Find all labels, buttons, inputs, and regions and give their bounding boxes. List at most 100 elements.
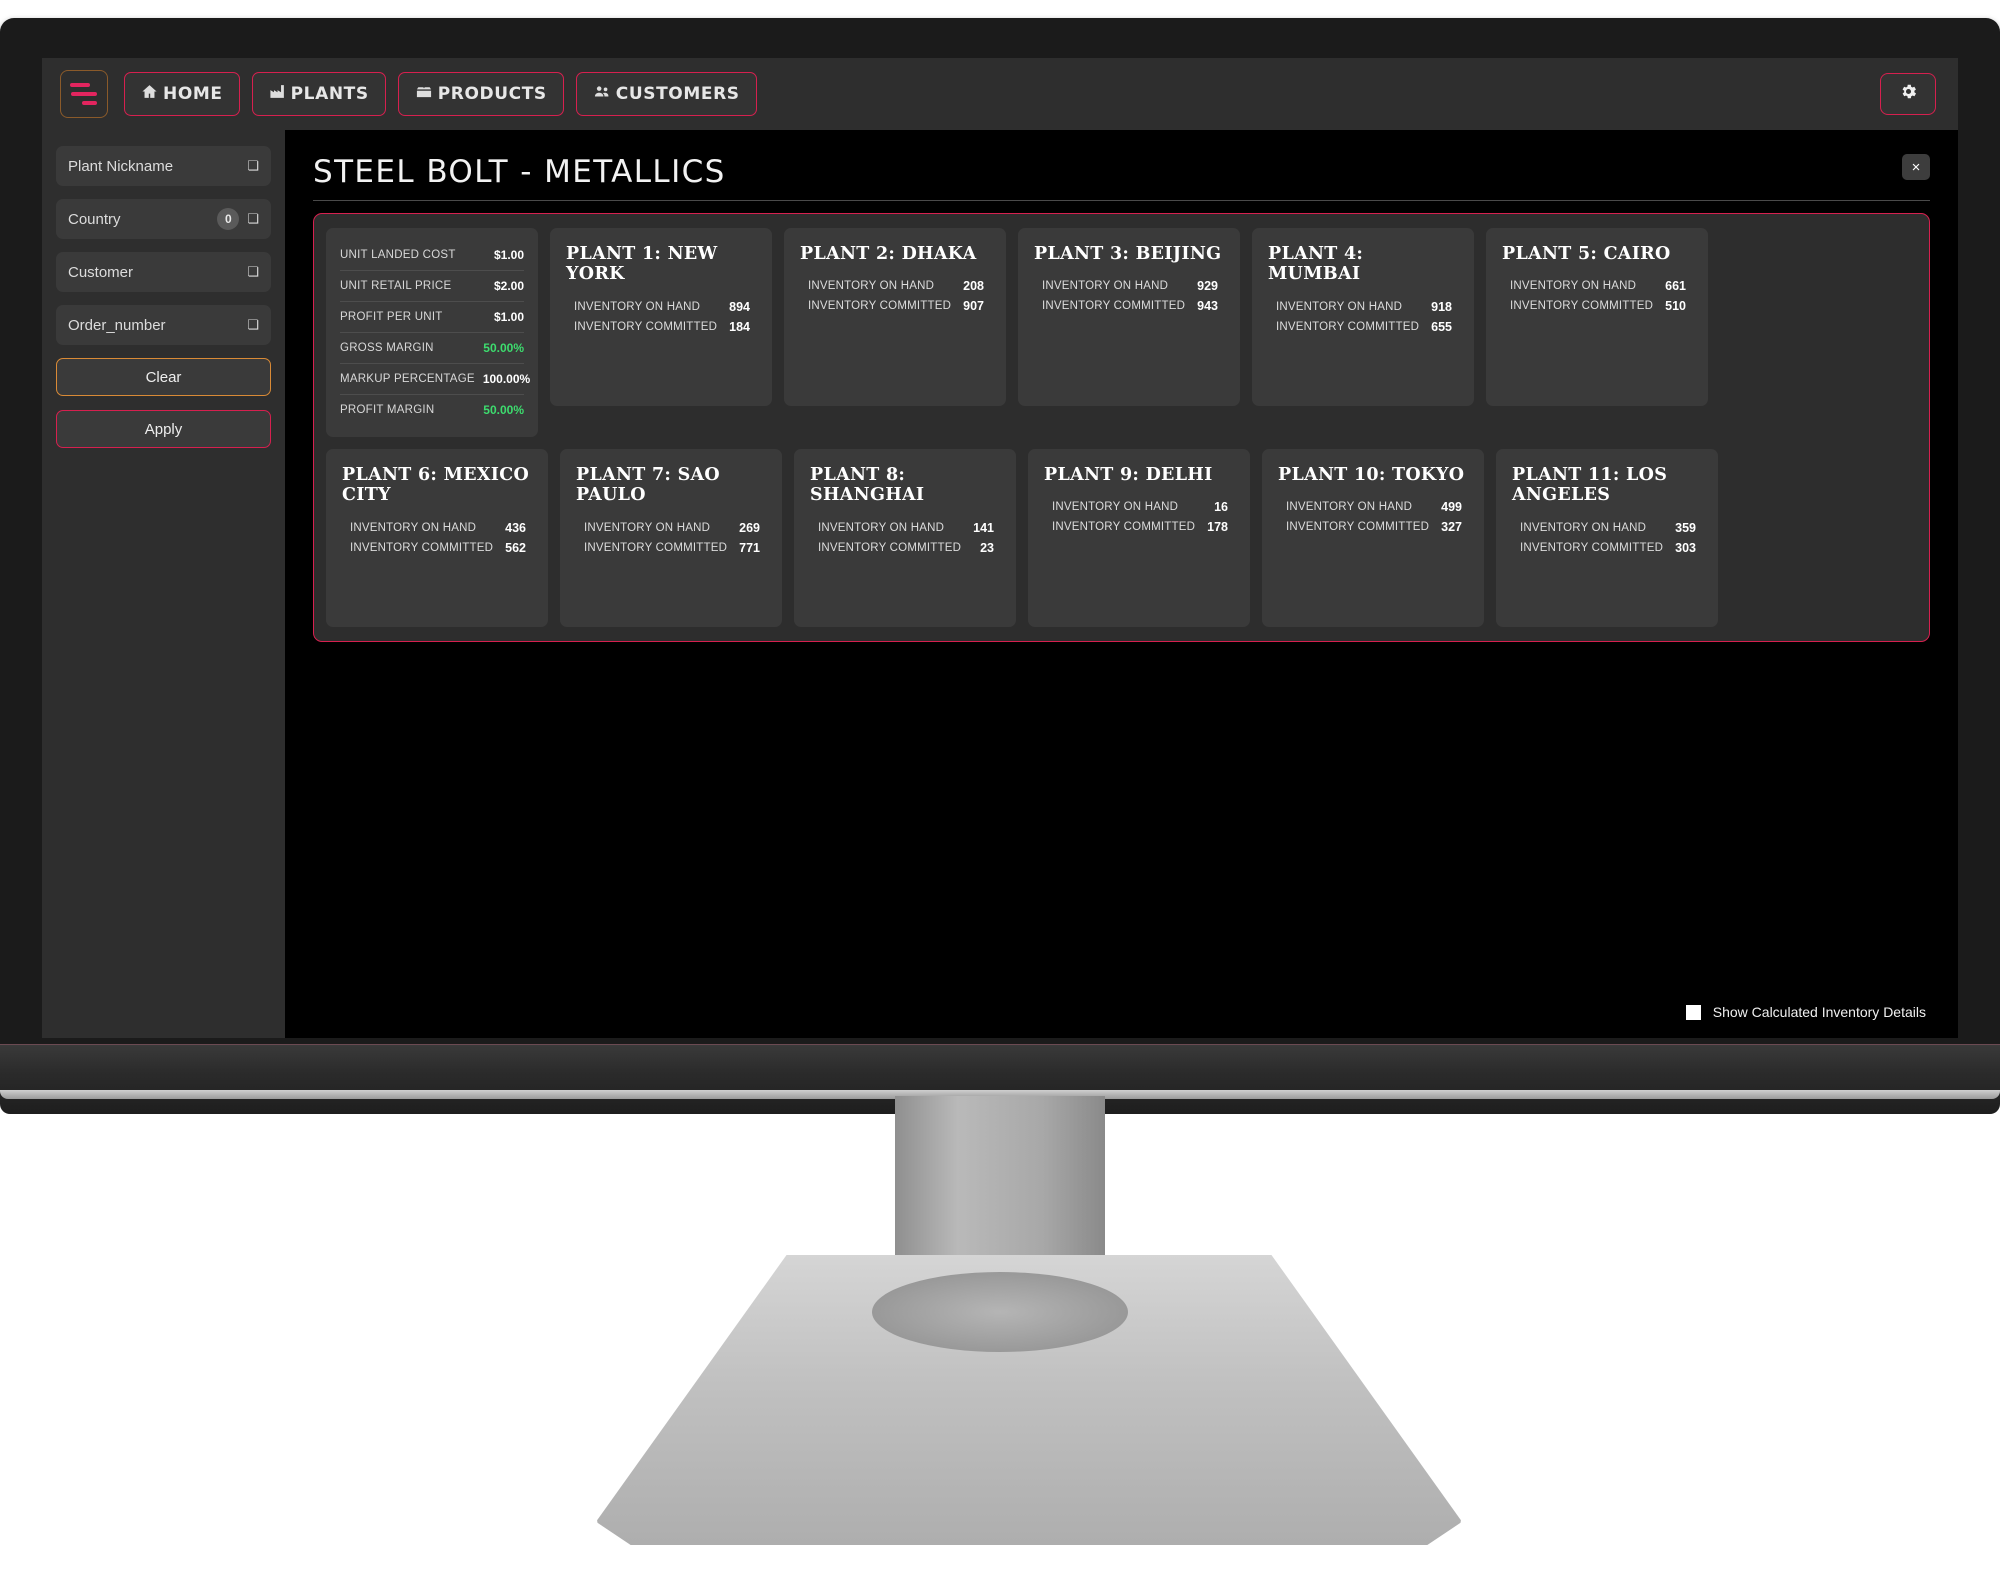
monitor-screen: HOME PLANTS PRODUCTS CUSTOMERS Plant Nic… — [42, 58, 1958, 1038]
plant-card-title: PLANT 9: DELHI — [1044, 465, 1213, 485]
show-details-toggle[interactable]: Show Calculated Inventory Details — [1685, 1004, 1926, 1020]
plant-card[interactable]: PLANT 4: MUMBAI INVENTORY ON HAND 918 INVEN… — [1252, 228, 1474, 406]
plant-card[interactable]: PLANT 1: NEW YORK INVENTORY ON HAND 894 INV… — [550, 228, 772, 406]
close-button[interactable]: × — [1902, 154, 1930, 180]
metric-label: MARKUP PERCENTAGE — [340, 373, 475, 385]
plant-card-title: PLANT 4: MUMBAI — [1268, 244, 1364, 285]
clear-filters-button[interactable]: Clear — [56, 358, 271, 396]
inventory-committed-value: 327 — [1441, 520, 1462, 535]
plant-card[interactable]: PLANT 9: DELHI INVENTORY ON HAND 16 INVENTO… — [1028, 449, 1250, 627]
monitor-stand-hub — [872, 1272, 1128, 1352]
plant-card[interactable]: PLANT 7: SAO PAULO INVENTORY ON HAND 269 IN… — [560, 449, 782, 627]
filters-sidebar: Plant Nickname ❏ Country 0 ❏ Customer ❏ … — [42, 130, 285, 1038]
plant-card[interactable]: PLANT 6: MEXICO CITY INVENTORY ON HAND 436… — [326, 449, 548, 627]
inventory-committed-label: INVENTORY COMMITTED — [574, 320, 718, 333]
nav-item-customers[interactable]: CUSTOMERS — [575, 72, 757, 116]
filter-customer[interactable]: Customer ❏ — [56, 252, 271, 292]
metric-value: $1.00 — [493, 310, 524, 324]
filter-order-number[interactable]: Order_number ❏ — [56, 305, 271, 345]
metric-label: UNIT RETAIL PRICE — [340, 280, 452, 292]
nav-item-plants-label: PLANTS — [290, 84, 369, 104]
nav-item-products[interactable]: PRODUCTS — [397, 72, 564, 116]
inventory-on-hand: INVENTORY ON HAND 499 — [1278, 497, 1468, 517]
inventory-committed: INVENTORY COMMITTED 562 — [342, 538, 532, 558]
plant-card-title: PLANT 6: MEXICO CITY — [342, 465, 530, 506]
inventory-on-hand: INVENTORY ON HAND 929 — [1034, 276, 1224, 296]
inventory-committed-value: 510 — [1665, 299, 1686, 314]
nav-item-plants[interactable]: PLANTS — [251, 72, 386, 116]
metric-value: $2.00 — [493, 279, 524, 293]
content-header: STEEL BOLT - METALLICS × — [313, 154, 1930, 190]
plant-card[interactable]: PLANT 5: CAIRO INVENTORY ON HAND 661 INVENT… — [1486, 228, 1708, 406]
settings-button[interactable] — [1880, 73, 1936, 115]
inventory-committed: INVENTORY COMMITTED 771 — [576, 538, 766, 558]
inventory-on-hand-label: INVENTORY ON HAND — [1520, 521, 1647, 534]
metric-value: 50.00% — [483, 341, 524, 355]
inventory-on-hand-label: INVENTORY ON HAND — [350, 521, 477, 534]
inventory-on-hand-value: 894 — [729, 299, 750, 314]
top-navigation-bar: HOME PLANTS PRODUCTS CUSTOMERS — [42, 58, 1958, 130]
plant-card[interactable]: PLANT 11: LOS ANGELES INVENTORY ON HAND 35… — [1496, 449, 1718, 627]
inventory-on-hand-label: INVENTORY ON HAND — [1276, 300, 1403, 313]
nav-item-home[interactable]: HOME — [124, 72, 240, 116]
plant-card-title: PLANT 1: NEW YORK — [566, 244, 718, 285]
show-details-checkbox[interactable] — [1685, 1004, 1701, 1020]
inventory-committed-label: INVENTORY COMMITTED — [818, 541, 962, 554]
plant-card[interactable]: PLANT 3: BEIJING INVENTORY ON HAND 929 INVE… — [1018, 228, 1240, 406]
chevron-down-icon: ❏ — [247, 317, 259, 332]
inventory-on-hand-label: INVENTORY ON HAND — [808, 280, 935, 293]
monitor-scene: HOME PLANTS PRODUCTS CUSTOMERS Plant Nic… — [0, 0, 2000, 1573]
plant-card-title: PLANT 2: DHAKA — [800, 244, 977, 264]
gear-icon — [1899, 82, 1918, 106]
apply-filters-button[interactable]: Apply — [56, 410, 271, 448]
inventory-committed-label: INVENTORY COMMITTED — [1276, 320, 1420, 333]
monitor-body: HOME PLANTS PRODUCTS CUSTOMERS Plant Nic… — [0, 18, 2000, 1114]
inventory-on-hand: INVENTORY ON HAND 16 — [1044, 497, 1234, 517]
filter-menu-icon[interactable] — [60, 70, 108, 118]
inventory-committed-value: 943 — [1197, 299, 1218, 314]
chevron-down-icon: ❏ — [247, 211, 259, 226]
inventory-committed: INVENTORY COMMITTED 178 — [1044, 517, 1234, 537]
inventory-on-hand-label: INVENTORY ON HAND — [1052, 501, 1179, 514]
menu-bar-1 — [70, 83, 90, 87]
inventory-on-hand: INVENTORY ON HAND 918 — [1268, 297, 1458, 317]
close-icon: × — [1911, 158, 1921, 176]
inventory-on-hand: INVENTORY ON HAND 894 — [566, 297, 756, 317]
inventory-committed: INVENTORY COMMITTED 943 — [1034, 296, 1224, 316]
plant-card[interactable]: PLANT 8: SHANGHAI INVENTORY ON HAND 141 INV… — [794, 449, 1016, 627]
metric-row: UNIT LANDED COST $1.00 — [340, 240, 524, 271]
metric-value: 100.00% — [482, 372, 531, 386]
inventory-on-hand-value: 16 — [1214, 500, 1228, 515]
metric-label: PROFIT PER UNIT — [340, 311, 443, 323]
inventory-committed-value: 178 — [1207, 520, 1228, 535]
inventory-committed: INVENTORY COMMITTED 907 — [800, 296, 990, 316]
inventory-committed: INVENTORY COMMITTED 184 — [566, 317, 756, 337]
inventory-committed-value: 184 — [729, 319, 750, 334]
inventory-on-hand: INVENTORY ON HAND 359 — [1512, 518, 1702, 538]
inventory-committed: INVENTORY COMMITTED 303 — [1512, 538, 1702, 558]
plant-card-title: PLANT 8: SHANGHAI — [810, 465, 925, 506]
application-window: HOME PLANTS PRODUCTS CUSTOMERS Plant Nic… — [42, 58, 1958, 1038]
inventory-committed: INVENTORY COMMITTED 23 — [810, 538, 1000, 558]
product-metrics-card: UNIT LANDED COST $1.00 UNIT RETAIL PRICE $2… — [326, 228, 538, 437]
inventory-committed-value: 655 — [1431, 319, 1452, 334]
plant-card[interactable]: PLANT 10: TOKYO INVENTORY ON HAND 499 INVEN… — [1262, 449, 1484, 627]
metric-row: PROFIT MARGIN 50.00% — [340, 395, 524, 425]
nav-item-products-label: PRODUCTS — [437, 84, 547, 104]
inventory-committed: INVENTORY COMMITTED 510 — [1502, 296, 1692, 316]
people-icon — [593, 83, 611, 105]
inventory-committed-value: 562 — [505, 540, 526, 555]
inventory-on-hand: INVENTORY ON HAND 661 — [1502, 276, 1692, 296]
inventory-on-hand-label: INVENTORY ON HAND — [574, 300, 701, 313]
inventory-committed-label: INVENTORY COMMITTED — [1052, 521, 1196, 534]
nav-item-home-label: HOME — [163, 84, 223, 104]
plant-card[interactable]: PLANT 2: DHAKA INVENTORY ON HAND 208 INVENT… — [784, 228, 1006, 406]
filter-customer-label: Customer — [68, 263, 134, 281]
inventory-committed-label: INVENTORY COMMITTED — [1042, 300, 1186, 313]
inventory-on-hand-value: 269 — [739, 520, 760, 535]
inventory-on-hand: INVENTORY ON HAND 436 — [342, 518, 532, 538]
filter-plant-nickname[interactable]: Plant Nickname ❏ — [56, 146, 271, 186]
metric-value: $1.00 — [493, 248, 524, 262]
inventory-committed-label: INVENTORY COMMITTED — [1286, 521, 1430, 534]
filter-country[interactable]: Country 0 ❏ — [56, 199, 271, 239]
